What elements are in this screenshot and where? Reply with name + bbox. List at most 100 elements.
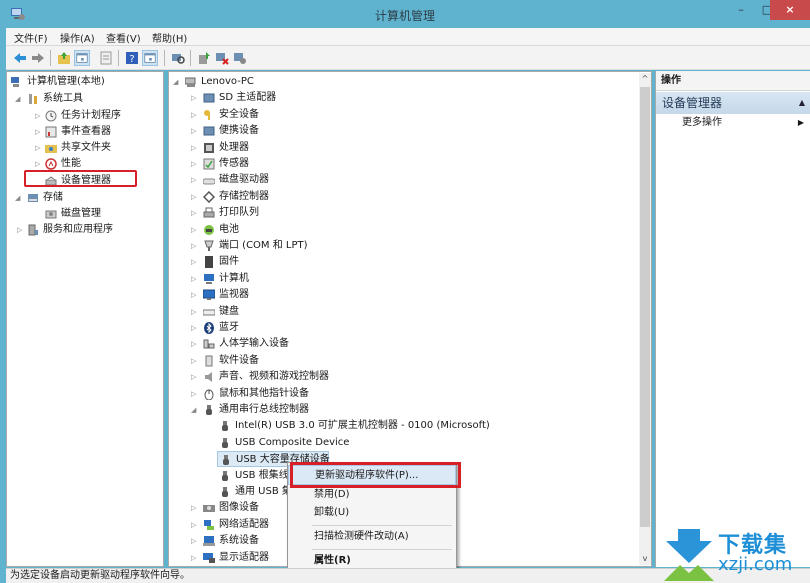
submenu-right-arrow-icon[interactable]: ▶ [798,115,804,131]
collapsed-triangle-icon[interactable]: ▷ [191,156,199,172]
actions-header: 操作 [656,71,810,91]
scroll-down-arrow-icon[interactable]: v [639,553,651,565]
collapsed-triangle-icon[interactable]: ▷ [191,123,199,139]
sensor-icon [203,158,215,170]
computer-root-icon [185,77,196,87]
collapsed-triangle-icon[interactable]: ▷ [191,140,199,156]
menu-view[interactable]: 查看(V) [106,30,141,45]
collapsed-triangle-icon[interactable]: ▷ [191,369,199,385]
collapsed-triangle-icon[interactable]: ▷ [191,517,199,533]
update-driver-highlight-box [290,462,461,488]
disk-drive-icon [203,178,215,185]
tree-label: 处理器 [219,141,249,153]
collapsed-triangle-icon[interactable]: ▷ [35,108,43,124]
menu-separator [312,549,452,550]
event-viewer-icon [45,126,57,138]
enable-device-icon[interactable] [232,50,248,66]
update-driver-icon[interactable] [196,50,212,66]
software-device-icon [205,355,213,367]
sd-host-adapter-icon [203,93,215,103]
collapsed-triangle-icon[interactable]: ▷ [191,222,199,238]
menu-separator [312,525,452,526]
collapsed-triangle-icon[interactable]: ▷ [35,140,43,156]
collapsed-triangle-icon[interactable]: ▷ [191,172,199,188]
tree-label: Intel(R) USB 3.0 可扩展主机控制器 - 0100 (Micros… [235,420,490,432]
computer-management-icon [11,77,19,87]
scroll-up-arrow-icon[interactable]: ^ [639,73,651,85]
collapsed-triangle-icon[interactable]: ▷ [191,550,199,566]
collapse-up-arrow-icon[interactable]: ▲ [799,92,805,114]
collapsed-triangle-icon[interactable]: ▷ [191,107,199,123]
menu-item-disable[interactable]: 禁用(D) [288,485,456,505]
collapsed-triangle-icon[interactable]: ▷ [191,320,199,336]
close-button[interactable]: × [770,0,810,20]
expanded-triangle-icon[interactable]: ◢ [173,74,181,90]
collapsed-triangle-icon[interactable]: ▷ [191,533,199,549]
tree-label: 存储 [43,192,63,203]
tree-label: 网络适配器 [219,518,269,530]
collapsed-triangle-icon[interactable]: ▷ [191,271,199,287]
keyboard-icon [203,309,215,316]
help-icon[interactable]: ? [124,50,140,66]
tree-label: 任务计划程序 [61,110,121,121]
collapsed-triangle-icon[interactable]: ▷ [191,336,199,352]
tree-label: 计算机 [219,272,249,284]
collapsed-triangle-icon[interactable]: ▷ [191,353,199,369]
toolbar: ? [6,46,810,70]
collapsed-triangle-icon[interactable]: ▷ [191,90,199,106]
tree-label: 鼠标和其他指针设备 [219,387,309,399]
menu-help[interactable]: 帮助(H) [152,30,187,45]
mouse-icon [204,389,214,400]
forward-arrow-icon[interactable] [30,50,46,66]
tree-label: 监视器 [219,289,249,301]
scroll-thumb[interactable] [640,87,650,527]
collapsed-triangle-icon[interactable]: ▷ [17,222,25,238]
tree-label: 通用串行总线控制器 [219,404,309,415]
uninstall-device-icon[interactable] [214,50,230,66]
toolbar-separator [164,50,165,66]
vertical-scrollbar[interactable]: ^ v [639,73,651,565]
tree-label: 服务和应用程序 [43,224,113,235]
collapsed-triangle-icon[interactable]: ▷ [35,124,43,140]
disk-management-icon [45,210,57,219]
tree-label: USB Composite Device [235,436,350,448]
collapsed-triangle-icon[interactable]: ▷ [191,254,199,270]
collapsed-triangle-icon[interactable]: ▷ [191,189,199,205]
tree-label: 磁盘驱动器 [219,174,269,186]
collapsed-triangle-icon[interactable]: ▷ [191,500,199,516]
computer-icon [204,273,214,284]
menu-action[interactable]: 操作(A) [60,30,95,45]
collapsed-triangle-icon[interactable]: ▷ [191,287,199,303]
bluetooth-icon [204,322,214,334]
actions-pane: 操作 设备管理器 ▲ 更多操作 ▶ [655,71,810,567]
expanded-triangle-icon[interactable]: ◢ [15,190,23,206]
more-actions-item[interactable]: 更多操作 [682,115,722,131]
watermark-en-text: xzji.com [718,554,793,575]
tree-label: 键盘 [219,305,239,317]
collapsed-triangle-icon[interactable]: ▷ [191,205,199,221]
collapsed-triangle-icon[interactable]: ▷ [191,386,199,402]
export-list-icon[interactable] [98,50,114,66]
expanded-triangle-icon[interactable]: ◢ [15,91,23,107]
menu-item-uninstall[interactable]: 卸载(U) [288,503,456,523]
console-tree-toggle-icon[interactable] [74,50,90,66]
collapsed-triangle-icon[interactable]: ▷ [191,238,199,254]
expanded-triangle-icon[interactable]: ◢ [191,402,199,418]
menu-item-scan-hardware[interactable]: 扫描检测硬件改动(A) [288,527,456,547]
back-arrow-icon[interactable] [12,50,28,66]
minimize-button[interactable]: – [728,0,754,20]
usb-device-icon [223,455,229,466]
toolbar-separator [118,50,119,66]
menu-bar: 文件(F) 操作(A) 查看(V) 帮助(H) [6,28,810,46]
up-folder-icon[interactable] [56,50,72,66]
firmware-icon [205,256,213,269]
tree-label: 便携设备 [219,125,259,137]
title-bar[interactable]: 计算机管理 – □ × [0,0,810,28]
action-pane-toggle-icon[interactable] [142,50,158,66]
actions-section-device-manager[interactable]: 设备管理器 ▲ [656,92,810,114]
collapsed-triangle-icon[interactable]: ▷ [191,304,199,320]
actions-section-label: 设备管理器 [662,96,723,110]
shared-folder-icon [45,145,57,153]
menu-file[interactable]: 文件(F) [14,30,48,45]
scan-hardware-icon[interactable] [170,50,186,66]
